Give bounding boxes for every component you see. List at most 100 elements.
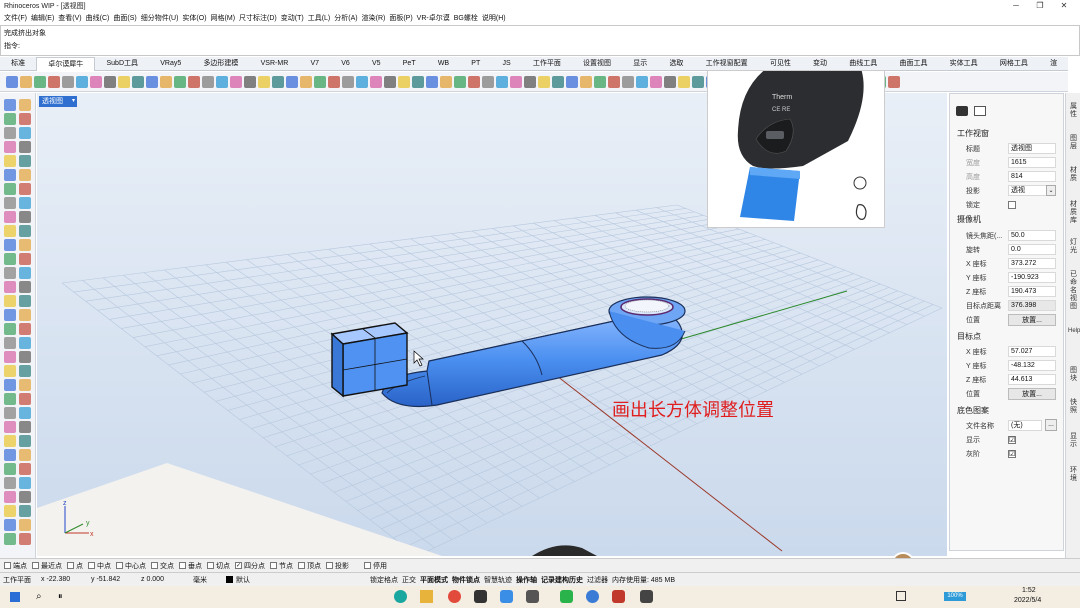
camera-icon[interactable] — [956, 106, 968, 116]
side-tool-icon[interactable] — [4, 127, 16, 139]
side-tool-icon[interactable] — [19, 337, 31, 349]
tab-mesh-tools[interactable]: 网格工具 — [989, 57, 1039, 71]
side-tool-icon[interactable] — [4, 407, 16, 419]
osnap-checkbox[interactable]: ✓ — [235, 562, 242, 569]
minimize-button[interactable]: ─ — [1004, 0, 1028, 12]
tab-js[interactable]: JS — [491, 57, 521, 71]
tab-transform[interactable]: 变动 — [802, 57, 838, 71]
side-tab-help[interactable]: Help — [1068, 327, 1080, 335]
field-cam-y[interactable]: -190.923 — [1008, 272, 1056, 283]
toolbar-tool-icon[interactable] — [314, 75, 326, 88]
side-tool-icon[interactable] — [19, 113, 31, 125]
viewport-title-tab[interactable]: 透视图 ▾ — [39, 96, 77, 107]
side-tool-icon[interactable] — [4, 267, 16, 279]
folder-icon[interactable] — [420, 590, 433, 603]
side-tool-icon[interactable] — [19, 211, 31, 223]
side-tool-icon[interactable] — [19, 449, 31, 461]
side-tool-icon[interactable] — [19, 267, 31, 279]
toggle-ortho[interactable]: 正交 — [402, 575, 416, 585]
menu-mesh[interactable]: 网格(M) — [211, 13, 236, 23]
toolbar-tool-icon[interactable] — [454, 75, 466, 88]
side-tool-icon[interactable] — [4, 393, 16, 405]
tab-vsr[interactable]: VSR-MR — [250, 57, 300, 71]
toolbar-tool-icon[interactable] — [566, 75, 578, 88]
toolbar-tool-icon[interactable] — [286, 75, 298, 88]
toolbar-tool-icon[interactable] — [328, 75, 340, 88]
menu-surface[interactable]: 曲面(S) — [113, 13, 136, 23]
toolbar-tool-icon[interactable] — [468, 75, 480, 88]
toolbar-tool-icon[interactable] — [412, 75, 424, 88]
side-tool-icon[interactable] — [4, 155, 16, 167]
osnap-checkbox[interactable] — [4, 562, 11, 569]
osnap-1[interactable]: 最近点 — [32, 561, 62, 571]
field-target-z[interactable]: 44.613 — [1008, 374, 1056, 385]
osnap-4[interactable]: 中心点 — [116, 561, 146, 571]
side-tool-icon[interactable] — [4, 169, 16, 181]
side-tab-properties[interactable]: 属性 — [1068, 103, 1079, 119]
status-cplane[interactable]: 工作平面 — [3, 575, 41, 585]
rhino-icon[interactable] — [612, 590, 625, 603]
tab-render-more[interactable]: 渲 — [1039, 57, 1068, 71]
toolbar-tool-icon[interactable] — [118, 75, 130, 88]
tab-display[interactable]: 显示 — [622, 57, 658, 71]
app-icon-dark[interactable] — [526, 590, 539, 603]
tab-curve-tools[interactable]: 曲线工具 — [838, 57, 888, 71]
toolbar-tool-icon[interactable] — [664, 75, 676, 88]
toolbar-tool-icon[interactable] — [524, 75, 536, 88]
menu-curve[interactable]: 曲线(C) — [86, 13, 110, 23]
side-tool-icon[interactable] — [4, 253, 16, 265]
side-tool-icon[interactable] — [4, 505, 16, 517]
tab-select[interactable]: 选取 — [658, 57, 694, 71]
osnap-7[interactable]: 切点 — [207, 561, 230, 571]
toolbar-tool-icon[interactable] — [6, 75, 18, 88]
side-tool-icon[interactable] — [19, 463, 31, 475]
side-tool-icon[interactable] — [19, 183, 31, 195]
side-tool-icon[interactable] — [19, 253, 31, 265]
osnap-checkbox[interactable] — [326, 562, 333, 569]
side-tool-icon[interactable] — [4, 463, 16, 475]
tab-cplane[interactable]: 工作平面 — [522, 57, 572, 71]
side-tool-icon[interactable] — [4, 365, 16, 377]
toolbar-tool-icon[interactable] — [90, 75, 102, 88]
side-tool-icon[interactable] — [19, 127, 31, 139]
menu-tools[interactable]: 工具(L) — [308, 13, 331, 23]
checkbox-show[interactable]: ☑ — [1008, 436, 1016, 444]
osnap-5[interactable]: 交点 — [151, 561, 174, 571]
side-tool-icon[interactable] — [4, 379, 16, 391]
side-tab-lights[interactable]: 灯光 — [1068, 239, 1079, 255]
chrome-icon[interactable] — [448, 590, 461, 603]
side-tool-icon[interactable] — [19, 141, 31, 153]
toolbar-tool-icon[interactable] — [678, 75, 690, 88]
osnap-9[interactable]: 节点 — [270, 561, 293, 571]
field-cam-x[interactable]: 373.272 — [1008, 258, 1056, 269]
tab-poly[interactable]: 多边形建模 — [192, 57, 249, 71]
side-tab-snapshots[interactable]: 快照 — [1068, 399, 1079, 415]
menu-bg-bolt[interactable]: BG螺栓 — [454, 13, 478, 23]
task-view-icon[interactable]: ⏸ — [58, 591, 63, 602]
toolbar-tool-icon[interactable] — [62, 75, 74, 88]
side-tool-icon[interactable] — [4, 99, 16, 111]
viewport-icon[interactable] — [974, 106, 986, 116]
app-icon-misc[interactable] — [640, 590, 653, 603]
toolbar-tool-icon[interactable] — [510, 75, 522, 88]
toolbar-tool-icon[interactable] — [636, 75, 648, 88]
toolbar-tool-icon[interactable] — [538, 75, 550, 88]
side-tool-icon[interactable] — [19, 351, 31, 363]
box-solid[interactable] — [330, 322, 409, 398]
toggle-grid-snap[interactable]: 锁定格点 — [370, 575, 398, 585]
side-tool-icon[interactable] — [19, 379, 31, 391]
command-area[interactable]: 完成挤出对象 指令: — [0, 25, 1080, 56]
toolbar-tool-icon[interactable] — [244, 75, 256, 88]
clock-time[interactable]: 1:52 — [1022, 587, 1036, 594]
place-target-button[interactable]: 放置... — [1008, 388, 1056, 400]
osnap-checkbox[interactable] — [364, 562, 371, 569]
toolbar-tool-icon[interactable] — [202, 75, 214, 88]
osnap-checkbox[interactable] — [116, 562, 123, 569]
toggle-smarttrack[interactable]: 智慧轨迹 — [484, 575, 512, 585]
menu-solid[interactable]: 实体(O) — [182, 13, 206, 23]
toolbar-tool-icon[interactable] — [552, 75, 564, 88]
osnap-checkbox[interactable] — [298, 562, 305, 569]
field-cam-z[interactable]: 190.473 — [1008, 286, 1056, 297]
toolbar-tool-icon[interactable] — [272, 75, 284, 88]
side-tool-icon[interactable] — [19, 169, 31, 181]
